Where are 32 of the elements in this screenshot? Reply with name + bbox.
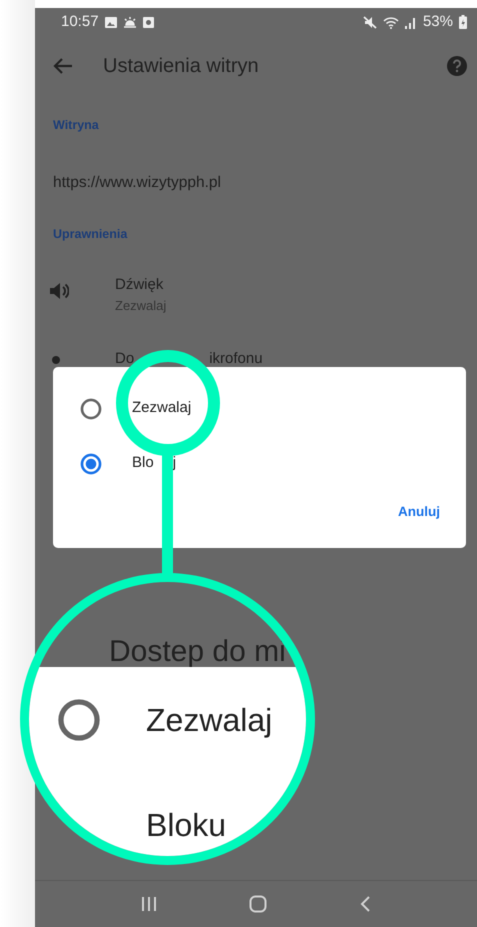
- status-time: 10:57: [61, 12, 99, 32]
- battery-percent: 53%: [422, 12, 453, 32]
- site-url: https://www.wizytypph.pl: [52, 172, 222, 193]
- option-label[interactable]: j: [172, 452, 176, 475]
- radio-button-selected[interactable]: [80, 452, 102, 474]
- radio-button[interactable]: [57, 698, 101, 742]
- back-icon[interactable]: [359, 895, 371, 913]
- record-icon: [142, 16, 154, 28]
- radio-button[interactable]: [80, 398, 102, 420]
- section-header: Uprawnienia: [52, 226, 128, 243]
- help-icon[interactable]: [447, 56, 467, 76]
- permission-title: ikrofonu: [209, 348, 263, 369]
- battery-icon: [459, 15, 467, 29]
- permission-title: Dźwięk: [115, 274, 164, 295]
- option-label[interactable]: Blo: [132, 452, 154, 475]
- option-label[interactable]: Zezwalaj: [132, 397, 192, 420]
- home-icon[interactable]: [249, 895, 267, 913]
- permission-title: Do: [115, 348, 134, 369]
- weather-icon: [122, 16, 137, 28]
- magnified-text: Dostep do mi: [108, 634, 287, 667]
- magnified-text: Bloku: [146, 806, 226, 844]
- speaker-icon: [49, 282, 69, 300]
- cancel-button[interactable]: Anuluj: [398, 502, 440, 522]
- section-header: Witryna: [52, 117, 100, 134]
- image-icon: [104, 16, 117, 28]
- back-arrow-icon[interactable]: [53, 57, 73, 75]
- recent-apps-icon[interactable]: [141, 896, 157, 912]
- wifi-icon: [382, 16, 399, 28]
- page-title: Ustawienia witryn: [103, 54, 260, 79]
- mute-icon: [362, 16, 377, 28]
- magnified-text: Zezwalaj: [146, 700, 272, 740]
- signal-icon: [404, 16, 417, 28]
